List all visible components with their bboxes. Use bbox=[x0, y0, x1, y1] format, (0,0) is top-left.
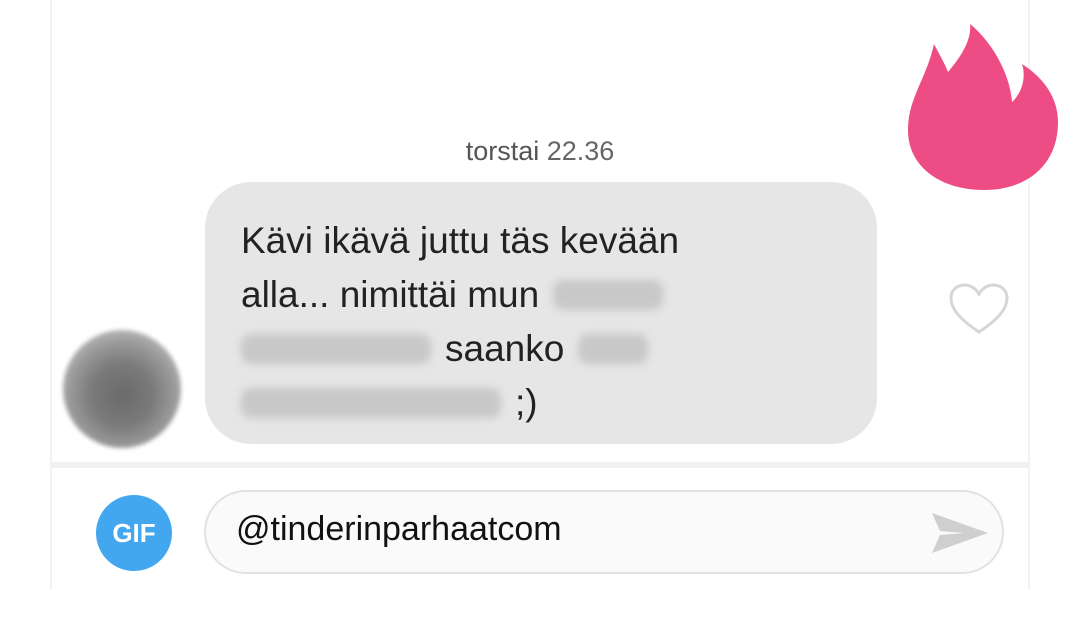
message-text-1: Kävi ikävä juttu täs kevään bbox=[241, 220, 680, 261]
redacted-text bbox=[241, 388, 501, 418]
message-line-4: ;) bbox=[241, 376, 877, 430]
gif-button[interactable]: GIF bbox=[96, 495, 172, 571]
message-line-1: Kävi ikävä juttu täs kevään bbox=[241, 214, 877, 268]
message-line-2: alla... nimittäi mun bbox=[241, 268, 877, 322]
redacted-text bbox=[241, 334, 431, 364]
message-text-2: alla... nimittäi mun bbox=[241, 274, 540, 315]
redacted-text bbox=[578, 334, 649, 364]
tinder-flame-icon bbox=[908, 24, 1058, 190]
message-bubble: Kävi ikävä juttu täs kevään alla... nimi… bbox=[205, 182, 877, 444]
message-text-4: ;) bbox=[515, 382, 538, 423]
composer-divider bbox=[52, 462, 1028, 468]
avatar[interactable] bbox=[63, 330, 181, 448]
heart-outline-icon[interactable] bbox=[948, 282, 1010, 336]
message-input-value: @tinderinparhaatcom bbox=[236, 510, 562, 548]
message-line-3: saanko bbox=[241, 322, 877, 376]
gif-button-label: GIF bbox=[112, 517, 156, 548]
message-text-3: saanko bbox=[445, 328, 565, 369]
send-arrow-icon[interactable] bbox=[928, 509, 992, 557]
timestamp-time: 22.36 bbox=[546, 136, 615, 166]
timestamp-day: torstai bbox=[465, 136, 540, 166]
redacted-text bbox=[553, 280, 664, 310]
